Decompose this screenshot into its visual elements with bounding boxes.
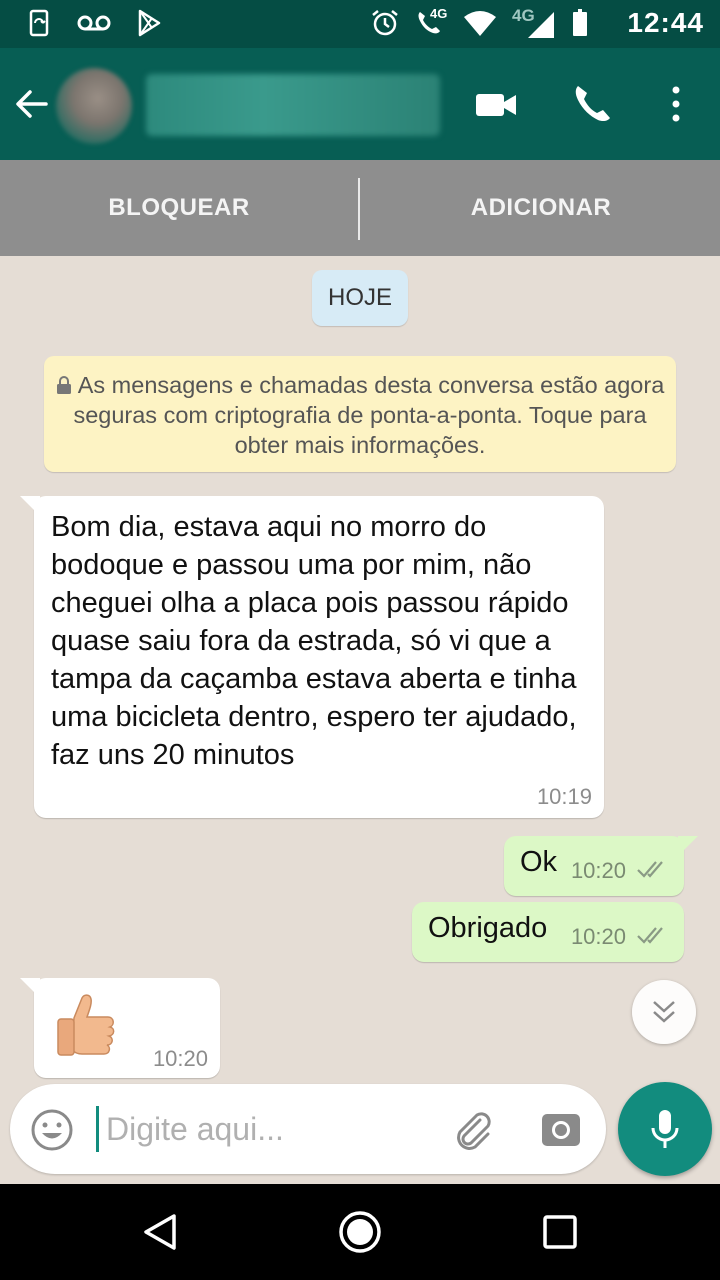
phone-icon[interactable] <box>570 82 614 126</box>
voicemail-icon <box>77 15 111 31</box>
voice-message-button[interactable] <box>618 1082 712 1176</box>
chat-area[interactable]: HOJE As mensagens e chamadas desta conve… <box>0 256 720 1086</box>
message-bubble-outgoing[interactable]: Obrigado 10:20 <box>412 902 684 962</box>
lock-icon <box>56 376 71 394</box>
block-button[interactable]: BLOQUEAR <box>0 160 358 256</box>
date-chip: HOJE <box>312 270 408 326</box>
nav-recents-icon[interactable] <box>542 1214 578 1250</box>
status-bar: 4G 4G 12:44 <box>0 0 720 48</box>
message-time: 10:20 <box>152 1046 208 1071</box>
more-vertical-icon[interactable] <box>654 82 698 126</box>
encryption-notice-text: As mensagens e chamadas desta conversa e… <box>73 372 665 458</box>
wifi-icon <box>464 11 496 36</box>
message-bubble-incoming[interactable]: Bom dia, estava aqui no morro do bodoque… <box>20 496 604 818</box>
wifi-calling-icon: 4G <box>414 6 448 38</box>
system-navigation-bar <box>0 1184 720 1280</box>
message-text: Ok <box>520 846 558 878</box>
unknown-contact-actions: BLOQUEAR ADICIONAR <box>0 160 720 256</box>
microphone-icon <box>651 1110 679 1148</box>
back-arrow-icon[interactable] <box>12 84 52 124</box>
message-bubble-outgoing[interactable]: Ok 10:20 <box>504 836 698 896</box>
paperclip-icon[interactable] <box>450 1106 496 1152</box>
contact-name[interactable] <box>146 74 440 136</box>
nav-home-icon[interactable] <box>338 1210 382 1254</box>
message-bubble-incoming[interactable]: 10:20 <box>20 978 220 1078</box>
bubble-tail <box>20 978 40 998</box>
message-time: 10:20 <box>570 858 626 883</box>
message-time: 10:19 <box>536 784 592 809</box>
message-text: Bom dia, estava aqui no morro do bodoque… <box>51 511 577 771</box>
scroll-to-bottom-button[interactable] <box>632 980 696 1044</box>
video-call-icon[interactable] <box>474 82 518 126</box>
screen-sync-icon <box>29 9 49 37</box>
emoji-icon[interactable] <box>30 1108 74 1152</box>
camera-icon[interactable] <box>540 1108 582 1150</box>
signal-icon: 4G <box>512 6 556 38</box>
chat-header <box>0 48 720 160</box>
avatar[interactable] <box>56 68 132 144</box>
play-store-icon <box>138 9 161 37</box>
nav-back-icon[interactable] <box>138 1210 182 1254</box>
read-ticks-icon <box>637 927 663 944</box>
message-time: 10:20 <box>570 924 626 949</box>
text-cursor <box>96 1106 99 1152</box>
clock: 12:44 <box>627 7 704 38</box>
add-contact-button[interactable]: ADICIONAR <box>362 160 720 256</box>
battery-icon <box>573 9 587 36</box>
bubble-tail <box>678 836 698 856</box>
message-composer <box>10 1084 606 1174</box>
message-input[interactable] <box>106 1104 426 1154</box>
divider <box>358 178 360 240</box>
network-label: 4G <box>430 6 448 21</box>
read-ticks-icon <box>637 861 663 878</box>
alarm-icon <box>372 10 398 36</box>
bubble-tail <box>20 496 40 516</box>
encryption-notice[interactable]: As mensagens e chamadas desta conversa e… <box>44 356 676 472</box>
message-text: Obrigado <box>428 912 548 944</box>
thumbs-up-icon <box>57 994 115 1056</box>
double-chevron-down-icon <box>653 1001 675 1023</box>
